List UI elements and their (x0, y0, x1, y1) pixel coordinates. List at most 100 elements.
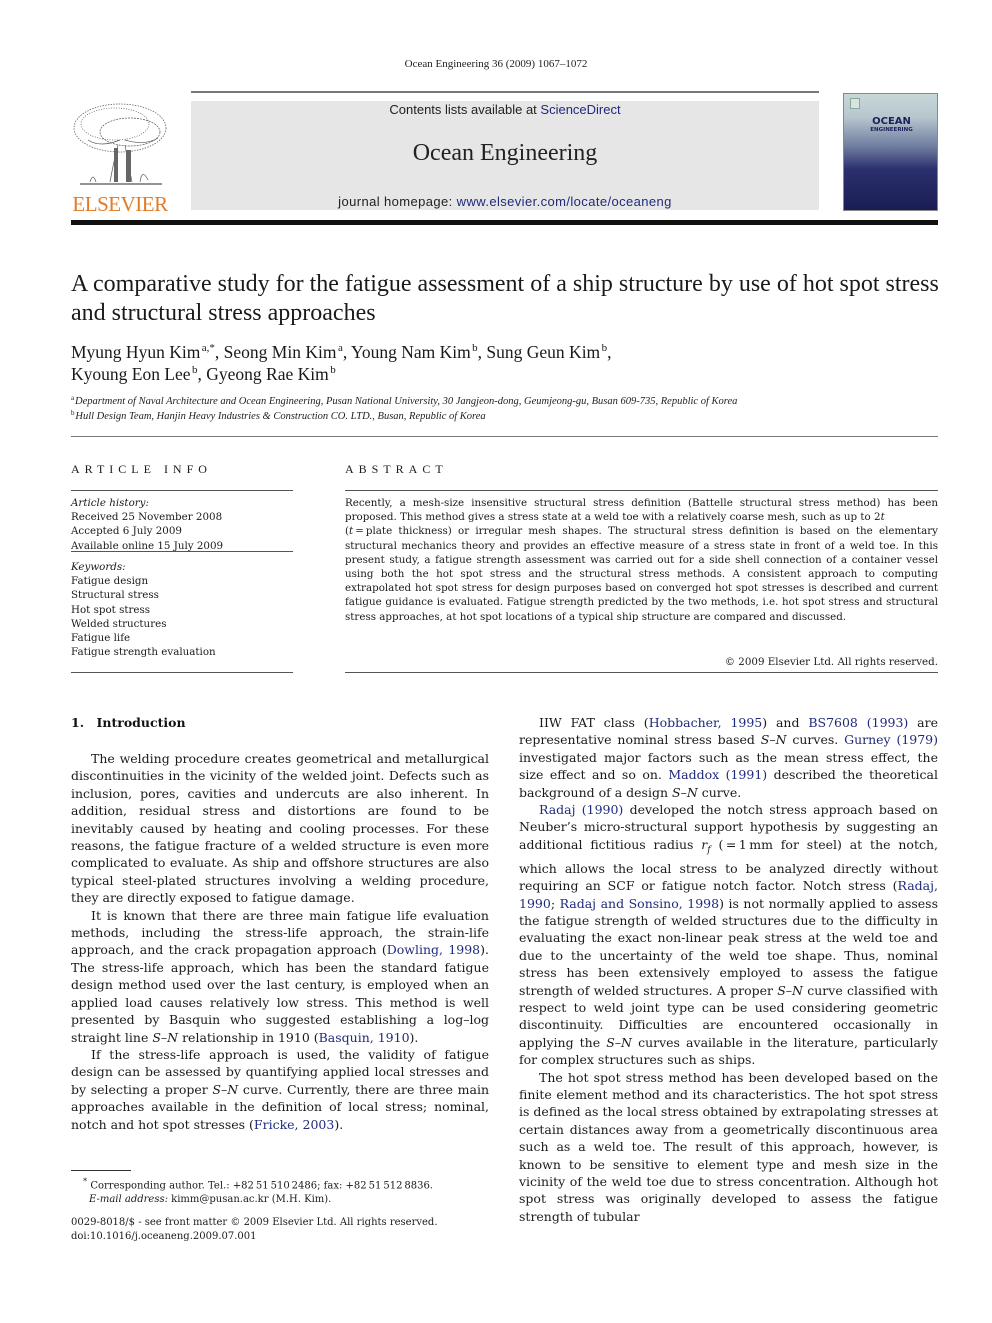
history-received: Received 25 November 2008 (71, 511, 223, 524)
math-sn: S–N (152, 1029, 179, 1045)
history-label: Article history: (71, 497, 149, 509)
article-info-rule (71, 490, 293, 491)
sciencedirect-link[interactable]: ScienceDirect (540, 102, 620, 117)
abstract-rule (345, 672, 938, 673)
citation-link[interactable]: Gurney (1979) (844, 732, 938, 747)
text-run: relationship in 1910 ( (178, 1029, 319, 1045)
body-column-right: IIW FAT class (Hobbacher, 1995) and BS76… (519, 714, 938, 1225)
issn-line: 0029-8018/$ - see front matter © 2009 El… (71, 1217, 438, 1228)
text-run: ; (550, 895, 560, 911)
affiliation-a: a Department of Naval Architecture and O… (71, 394, 941, 409)
author-name: Kyoung Eon Lee (71, 364, 191, 384)
author-list: Myung Hyun Kim a,*, Seong Min Kim a, You… (71, 341, 941, 385)
journal-homepage-line: journal homepage: www.elsevier.com/locat… (191, 194, 819, 209)
affiliation-b: b Hull Design Team, Hanjin Heavy Industr… (71, 409, 941, 424)
text-run: ). (409, 1029, 419, 1045)
math-sn: S–N (777, 982, 803, 998)
author-affiliation-marker[interactable]: a,* (202, 342, 215, 354)
citation-link[interactable]: Maddox (1991) (668, 767, 767, 782)
journal-homepage-link[interactable]: www.elsevier.com/locate/oceaneng (457, 194, 672, 209)
author[interactable]: Seong Min Kim a, (224, 342, 351, 362)
contents-prefix: Contents lists available at (389, 102, 541, 117)
math-sn: S–N (606, 1034, 632, 1050)
paragraph: It is known that there are three main fa… (71, 907, 489, 1046)
text-run: IIW FAT class ( (539, 715, 649, 730)
header-top-rule (191, 91, 819, 93)
article-info-heading: ARTICLE INFO (71, 462, 212, 476)
keyword: Hot spot stress (71, 603, 151, 616)
article-title: A comparative study for the fatigue asse… (71, 271, 939, 326)
citation-link[interactable]: Hobbacher, 1995 (649, 715, 763, 730)
keywords: Keywords: Fatigue design Structural stre… (71, 560, 293, 659)
text-run: ) and (762, 715, 809, 730)
front-matter: 0029-8018/$ - see front matter © 2009 El… (71, 1216, 501, 1244)
affiliation-text: Hull Design Team, Hanjin Heavy Industrie… (75, 411, 486, 422)
keyword: Fatigue strength evaluation (71, 646, 216, 659)
elsevier-wordmark[interactable]: ELSEVIER (70, 192, 170, 217)
cover-title: OCEAN (872, 116, 911, 127)
keyword: Structural stress (71, 589, 159, 602)
text-run: curve. (697, 784, 742, 800)
article-history: Article history: Received 25 November 20… (71, 496, 293, 553)
cover-publisher-emblem-icon (850, 98, 860, 109)
author[interactable]: Sung Geun Kim b, (486, 342, 611, 362)
author-separator: , (607, 342, 612, 362)
body-column-left: The welding procedure creates geometrica… (71, 750, 489, 1133)
text-run: curves. (786, 732, 845, 748)
cover-subtitle: ENGINEERING (870, 127, 913, 133)
citation-link[interactable]: BS7608 (1993) (808, 715, 908, 730)
author-name: Sung Geun Kim (486, 342, 601, 362)
footnote-email: E-mail address: kimm@pusan.ac.kr (M.H. K… (71, 1193, 501, 1207)
history-accepted: Accepted 6 July 2009 (71, 525, 182, 538)
affiliation-text: Department of Naval Architecture and Oce… (75, 396, 738, 407)
corresponding-author-footnote: * Corresponding author. Tel.: +82 51 510… (71, 1174, 501, 1207)
citation-link[interactable]: Dowling, 1998 (387, 942, 480, 957)
keyword: Welded structures (71, 617, 167, 630)
abstract-copyright: © 2009 Elsevier Ltd. All rights reserved… (724, 656, 938, 668)
citation-link[interactable]: Radaj and Sonsino, 1998 (560, 896, 720, 911)
text-run: ). (334, 1116, 344, 1132)
running-head: Ocean Engineering 36 (2009) 1067–1072 (404, 58, 588, 70)
footnote-text: Corresponding author. Tel.: +82 51 510 2… (87, 1180, 434, 1192)
author-separator: , (342, 342, 351, 362)
citation-link[interactable]: Fricke, 2003 (254, 1117, 334, 1132)
citation-link[interactable]: Radaj (1990) (539, 802, 623, 817)
citation-link[interactable]: Basquin, 1910 (319, 1030, 410, 1045)
math-variable: t (880, 511, 885, 524)
paragraph: If the stress-life approach is used, the… (71, 1046, 489, 1133)
article-info-rule (71, 551, 293, 552)
email-label: E-mail address: (89, 1194, 168, 1206)
author-name: Seong Min Kim (223, 342, 337, 362)
article-info-rule (71, 672, 293, 673)
keywords-label: Keywords: (71, 561, 126, 573)
math-sn: S–N (672, 784, 698, 800)
footnote-contact: * Corresponding author. Tel.: +82 51 510… (71, 1174, 501, 1193)
affiliations: a Department of Naval Architecture and O… (71, 394, 941, 424)
paragraph: IIW FAT class (Hobbacher, 1995) and BS76… (519, 714, 938, 801)
author-name: Gyeong Rae Kim (206, 364, 329, 384)
doi-link[interactable]: doi:10.1016/j.oceaneng.2009.07.001 (71, 1230, 501, 1244)
author[interactable]: Young Nam Kim b, (351, 342, 486, 362)
author[interactable]: Kyoung Eon Lee b, (71, 364, 206, 384)
keyword: Fatigue life (71, 632, 131, 645)
author-separator: , (214, 342, 224, 362)
homepage-prefix: journal homepage: (338, 194, 457, 209)
header-bottom-rule (71, 220, 938, 225)
math-sn: S–N (212, 1081, 239, 1097)
author-name: Myung Hyun Kim (71, 342, 201, 362)
author[interactable]: Myung Hyun Kim a,*, (71, 342, 224, 362)
author-affiliation-marker[interactable]: b (330, 364, 336, 376)
author-name: Young Nam Kim (350, 342, 471, 362)
abstract-text-part: Recently, a mesh-size insensitive struct… (345, 497, 938, 524)
contents-line: Contents lists available at ScienceDirec… (191, 102, 819, 117)
author[interactable]: Gyeong Rae Kim b (206, 364, 335, 384)
affiliation-rule (71, 436, 938, 437)
affiliation-key: b (71, 409, 75, 417)
paragraph: The hot spot stress method has been deve… (519, 1069, 938, 1224)
abstract-heading: ABSTRACT (345, 462, 448, 476)
email-value[interactable]: kimm@pusan.ac.kr (M.H. Kim). (168, 1194, 331, 1205)
keyword: Fatigue design (71, 575, 149, 588)
journal-cover-image[interactable]: OCEAN ENGINEERING (843, 93, 938, 211)
paragraph: Radaj (1990) developed the notch stress … (519, 801, 938, 1069)
journal-name: Ocean Engineering (412, 140, 598, 166)
